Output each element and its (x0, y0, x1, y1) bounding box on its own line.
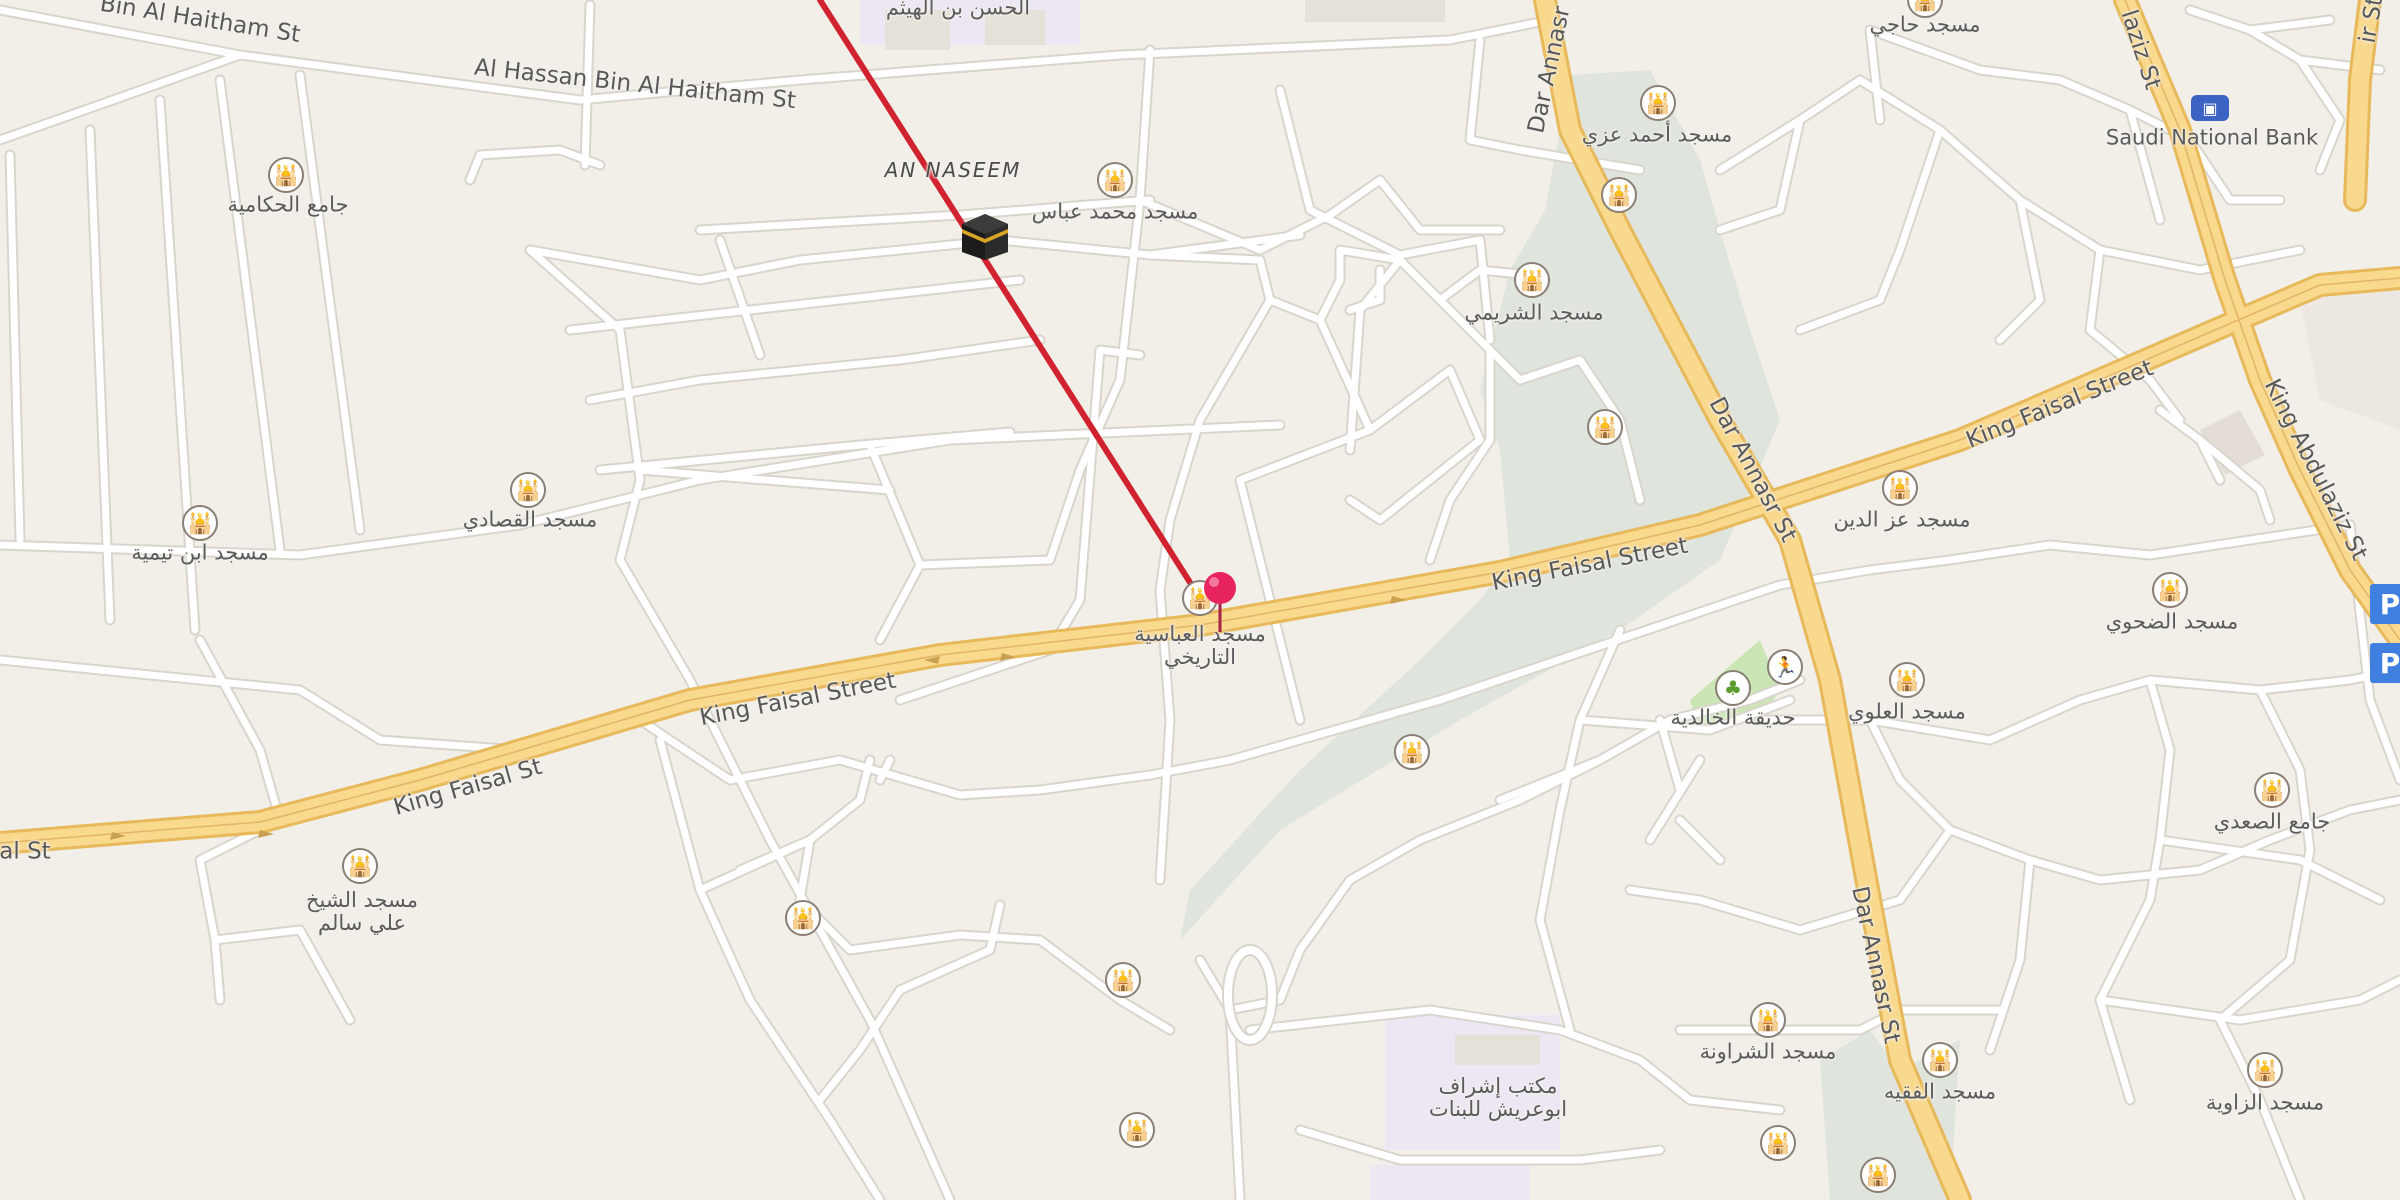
mosque-icon[interactable]: 🕌 (510, 472, 546, 508)
bank-icon[interactable]: ▣ (2191, 95, 2229, 121)
place-label: مسجد حاجي (1869, 12, 1981, 37)
campus-south (1370, 1165, 1530, 1200)
mosque-icon[interactable]: 🕌 (1760, 1125, 1796, 1161)
mosque-icon[interactable]: 🕌 (1119, 1112, 1155, 1148)
mosque-icon[interactable]: 🕌 (1922, 1042, 1958, 1078)
map-canvas[interactable]: Bin Al Haitham St Al Hassan Bin Al Haith… (0, 0, 2400, 1200)
place-label: مسجد الضحوي (2105, 609, 2239, 634)
mosque-icon[interactable]: 🕌 (1860, 1157, 1896, 1193)
place-label: مسجد أحمد عزي (1581, 122, 1733, 147)
mosque-icon[interactable]: 🕌 (342, 848, 378, 884)
mosque-icon[interactable]: 🕌 (1882, 470, 1918, 506)
street-label: al St (0, 838, 51, 865)
place-label: مسجد الزاوية (2205, 1090, 2325, 1115)
mosque-icon[interactable]: 🕌 (1105, 962, 1141, 998)
mosque-icon[interactable]: 🕌 (1394, 734, 1430, 770)
parking-icon[interactable]: P (2370, 584, 2400, 624)
mosque-icon[interactable]: 🕌 (2247, 1052, 2283, 1088)
mosque-icon[interactable]: 🕌 (2152, 572, 2188, 608)
place-label: مسجد الشريمي (1464, 300, 1604, 325)
place-label: مسجد القصادي (462, 507, 598, 532)
tree-icon[interactable]: ♣ (1715, 670, 1751, 706)
mosque-icon[interactable]: 🕌 (1601, 177, 1637, 213)
place-label: Saudi National Bank (2105, 125, 2319, 150)
mosque-icon[interactable]: 🕌 (1097, 162, 1133, 198)
mosque-icon[interactable]: 🕌 (1587, 409, 1623, 445)
mosque-icon[interactable]: 🕌 (182, 505, 218, 541)
mosque-icon[interactable]: 🕌 (785, 900, 821, 936)
place-label: جامع الصعدي (2213, 809, 2331, 834)
place-label: مسجد الفقيه (1883, 1079, 1997, 1104)
mosque-icon[interactable]: 🕌 (1889, 662, 1925, 698)
place-label: مسجد محمد عباس (1031, 199, 1199, 224)
building (1305, 0, 1445, 22)
place-label: مسجد العلوي (1848, 699, 1966, 724)
mosque-icon[interactable]: 🕌 (1750, 1002, 1786, 1038)
mosque-icon[interactable]: 🕌 (2254, 772, 2290, 808)
place-label: مسجد عز الدين (1833, 507, 1971, 532)
green-area (1180, 70, 1780, 940)
district-label: AN NASEEM (884, 158, 1022, 182)
place-label: مسجد ابن تيمية (131, 540, 269, 565)
running-person-icon[interactable]: 🏃 (1767, 649, 1803, 685)
mosque-icon[interactable]: 🕌 (268, 157, 304, 193)
mosque-icon[interactable]: 🕌 (1514, 262, 1550, 298)
place-label: الحسن بن الهيثم (885, 0, 1031, 20)
place-label: مسجد الشيخ علي سالم (305, 887, 419, 935)
place-label: جامع الحكامية (227, 192, 349, 217)
mosque-icon[interactable]: 🕌 (1640, 85, 1676, 121)
parking-icon[interactable]: P (2370, 643, 2400, 683)
place-label: مكتب إشراف ابوعريش للبنات (1428, 1073, 1568, 1121)
place-label: حديقة الخالدية (1670, 705, 1796, 730)
building (1455, 1035, 1540, 1065)
place-label: مسجد الشراونة (1699, 1039, 1837, 1064)
